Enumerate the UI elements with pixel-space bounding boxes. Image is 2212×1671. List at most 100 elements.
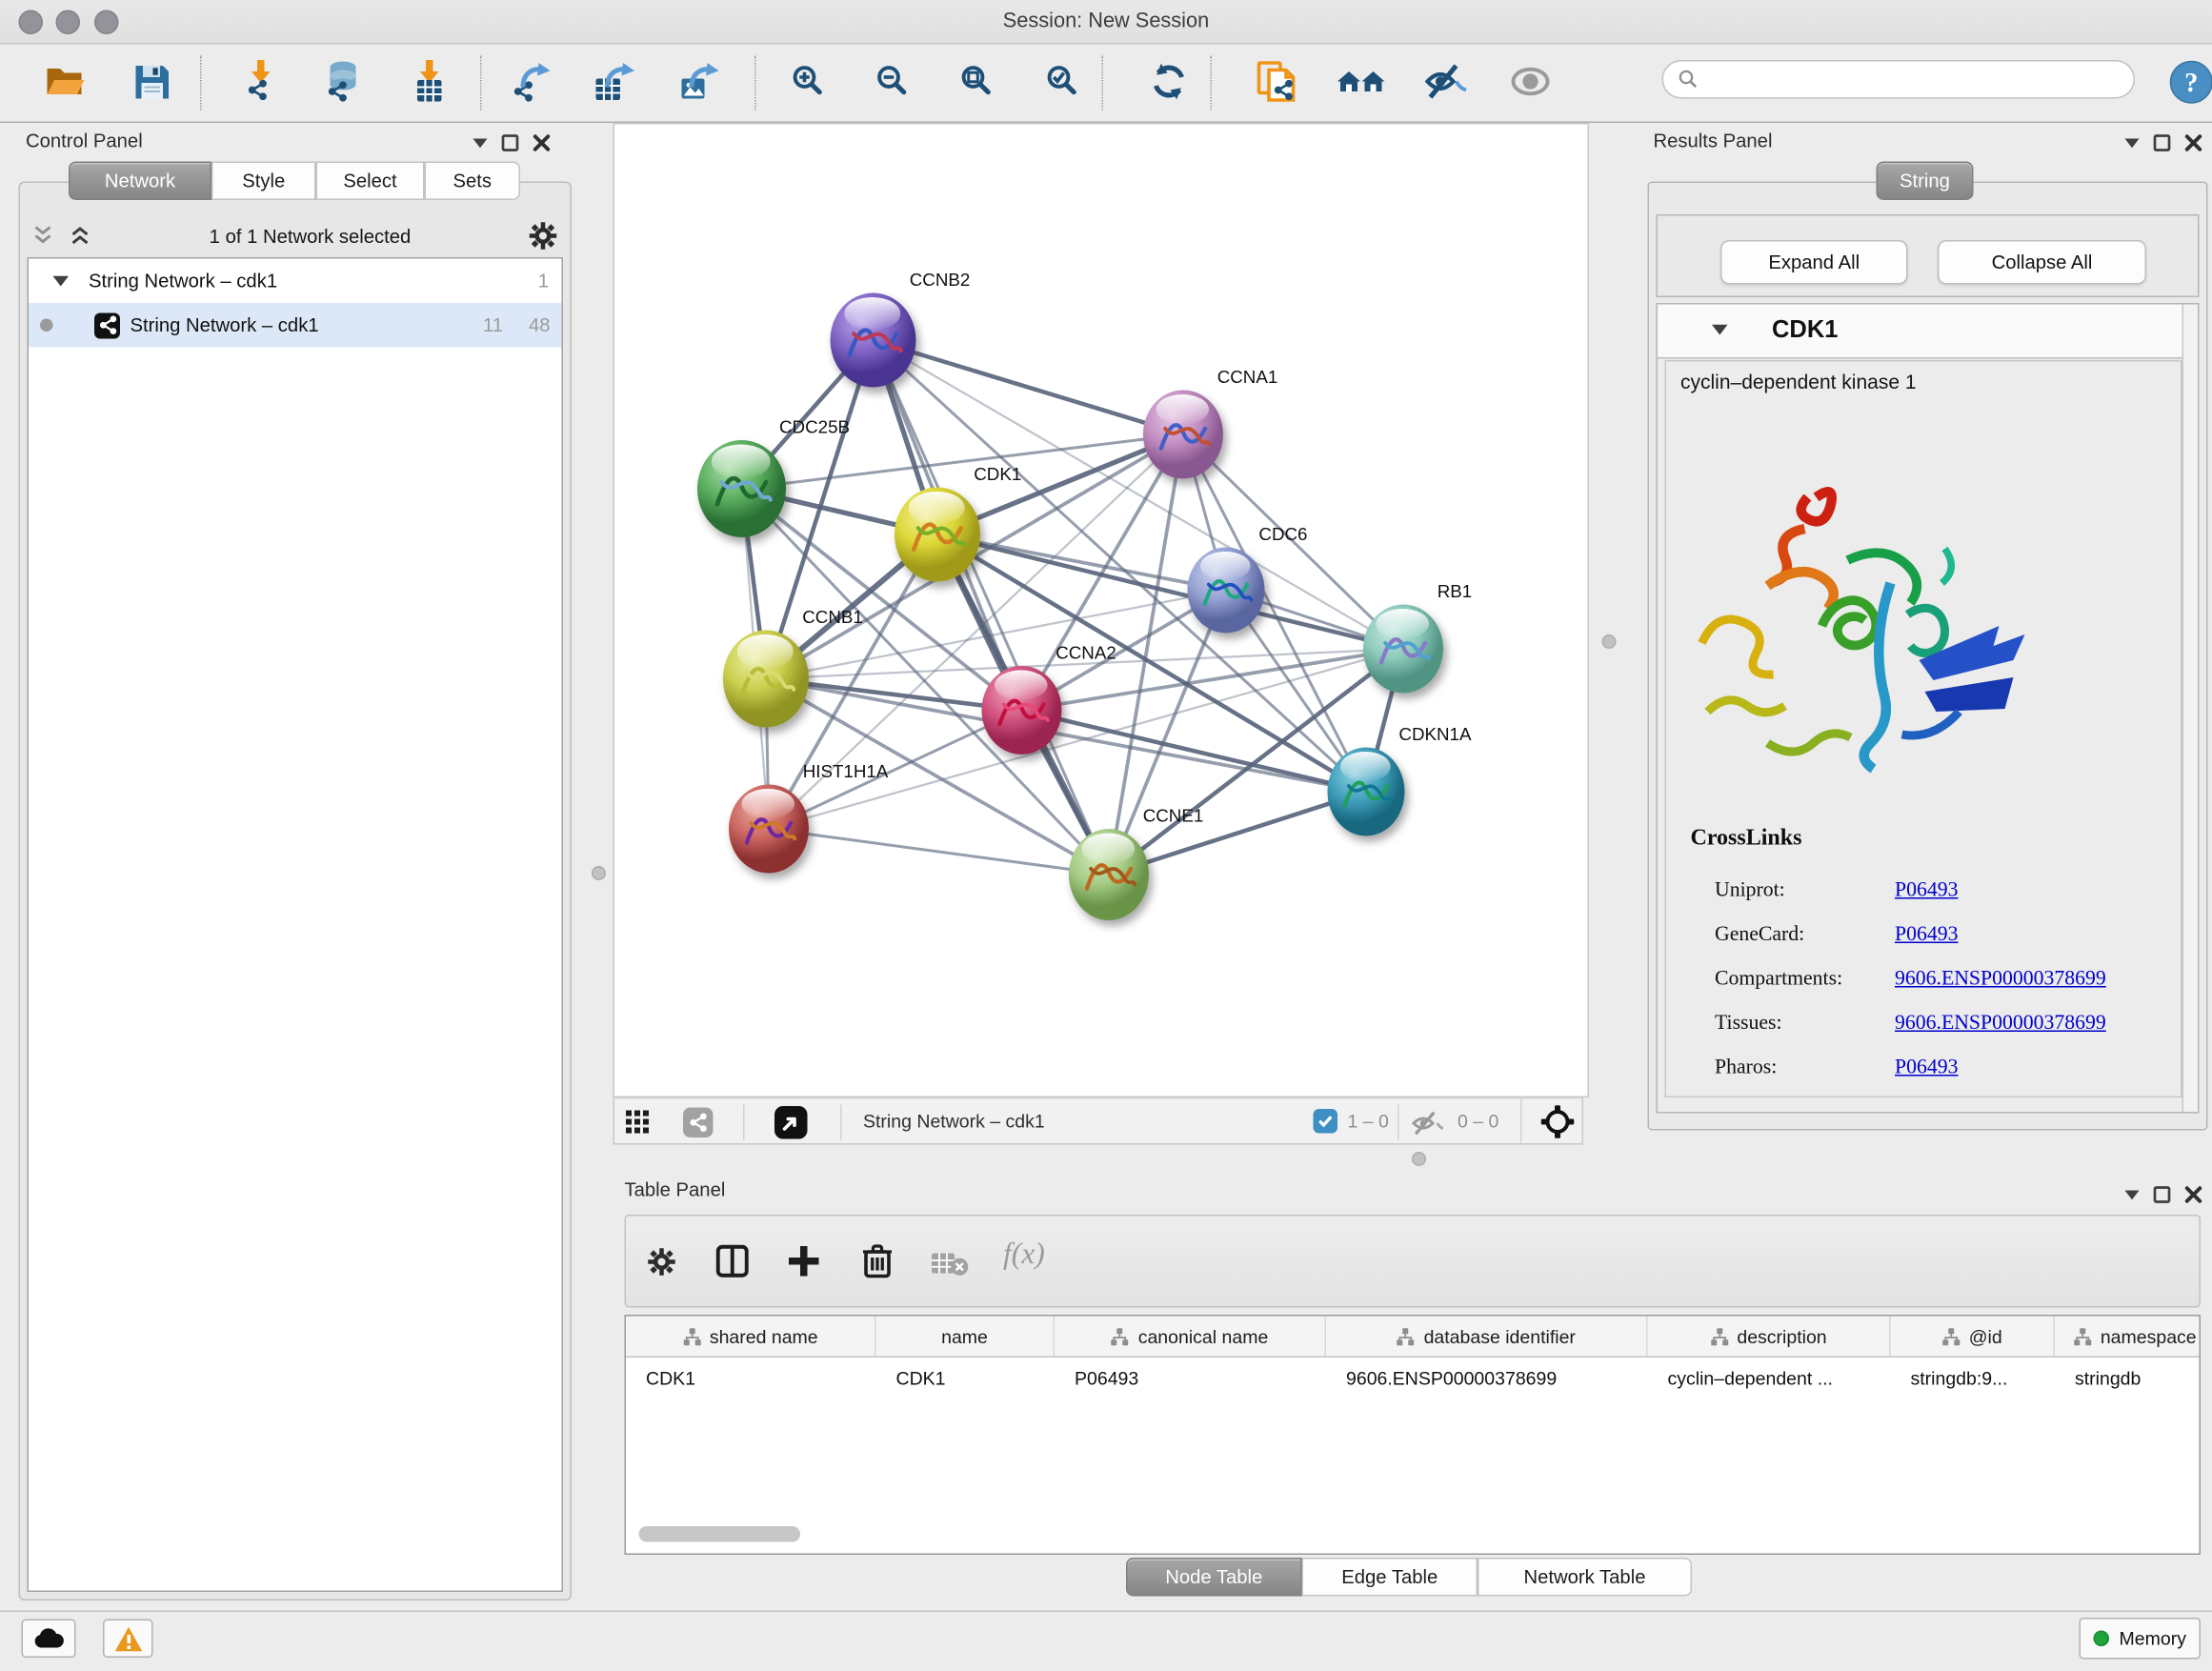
table-hscrollbar-thumb[interactable] [639,1526,801,1542]
tab-select[interactable]: Select [316,162,425,201]
table-cell[interactable]: stringdb:9... [1891,1358,2056,1398]
tab-sets[interactable]: Sets [425,162,521,201]
collapse-all-icon[interactable] [31,226,54,246]
table-row[interactable]: CDK1CDK1P064939606.ENSP00000378699cyclin… [626,1358,2200,1398]
save-session-icon[interactable] [120,50,183,113]
column-header-database-identifier[interactable]: database identifier [1326,1317,1648,1357]
zoom-selected-icon[interactable] [1032,50,1095,113]
string-view-icon[interactable] [683,1108,714,1138]
gene-section-header[interactable]: CDK1 [1658,305,2182,359]
network-node-HIST1H1A[interactable] [729,785,809,874]
panel-float-icon[interactable] [502,134,519,151]
network-collection-row[interactable]: String Network – cdk1 1 [29,259,562,304]
network-node-CDK1[interactable] [895,488,980,582]
panel-close-icon[interactable] [2185,1186,2202,1203]
network-node-CDC6[interactable] [1188,548,1265,634]
export-network-icon[interactable] [499,50,562,113]
horizontal-splitter-handle[interactable] [1412,1152,1426,1166]
gene-expander-icon[interactable] [1712,325,1728,336]
panel-menu-icon[interactable] [2125,138,2140,149]
network-node-CCNA1[interactable] [1143,391,1223,479]
panel-close-icon[interactable] [2185,134,2202,151]
pan-crosshair-icon[interactable] [1540,1105,1575,1139]
crosslink-link[interactable]: P06493 [1895,879,1958,904]
memory-button[interactable]: Memory [2080,1618,2202,1660]
crosslink-link[interactable]: P06493 [1895,923,1958,948]
panel-close-icon[interactable] [533,134,551,151]
grid-view-icon[interactable] [626,1111,651,1136]
results-scrollbar[interactable] [2182,305,2199,1113]
table-cell[interactable]: stringdb [2055,1358,2201,1398]
collection-expander-icon[interactable] [53,275,70,287]
zoom-out-icon[interactable] [862,50,925,113]
table-cell[interactable]: CDK1 [876,1358,1056,1398]
table-cell[interactable]: cyclin–dependent ... [1648,1358,1891,1398]
tab-string[interactable]: String [1877,162,1974,201]
first-neighbors-icon[interactable] [1331,50,1394,113]
panel-menu-icon[interactable] [473,138,488,149]
network-node-CCNE1[interactable] [1069,829,1149,920]
crosslink-link[interactable]: 9606.ENSP00000378699 [1895,1012,2106,1037]
network-edge[interactable] [1022,711,1367,793]
right-splitter-handle[interactable] [1602,634,1617,649]
network-node-CCNB1[interactable] [723,631,809,728]
collapse-all-button[interactable]: Collapse All [1938,240,2146,285]
table-cell[interactable]: P06493 [1055,1358,1326,1398]
hidden-eye-icon[interactable] [1411,1111,1445,1137]
network-options-gear-icon[interactable] [529,222,557,251]
network-node-CCNB2[interactable] [831,293,916,388]
table-cell[interactable]: 9606.ENSP00000378699 [1326,1358,1648,1398]
import-network-file-icon[interactable] [229,50,292,113]
network-canvas[interactable]: CCNB2 CCNA1 CDC25B CDK1 CDC6 RB1 CCNB1 C… [613,123,1590,1097]
create-column-icon[interactable] [788,1245,821,1278]
cloud-status-button[interactable] [22,1620,76,1659]
clone-network-icon[interactable] [1245,50,1308,113]
help-icon[interactable]: ? [2163,50,2212,113]
open-session-icon[interactable] [34,50,97,113]
expand-all-icon[interactable] [69,226,91,246]
hide-selected-icon[interactable] [1415,50,1478,113]
import-network-database-icon[interactable] [312,50,374,113]
tab-network[interactable]: Network [69,162,211,201]
network-edge[interactable] [874,340,1110,875]
table-settings-gear-icon[interactable] [648,1248,676,1277]
column-header-canonical-name[interactable]: canonical name [1055,1317,1326,1357]
column-header-shared-name[interactable]: shared name [626,1317,876,1357]
crosslink-link[interactable]: P06493 [1895,1057,1958,1081]
table-cell[interactable]: CDK1 [626,1358,876,1398]
network-edge[interactable] [769,829,1109,875]
tab-style[interactable]: Style [211,162,316,201]
tab-node-table[interactable]: Node Table [1126,1558,1302,1597]
network-node-RB1[interactable] [1363,605,1443,694]
export-image-icon[interactable] [668,50,731,113]
network-node-CDKN1A[interactable] [1328,748,1405,836]
export-table-icon[interactable] [583,50,646,113]
left-splitter-handle[interactable] [592,866,606,880]
search-field[interactable] [1662,60,2136,99]
search-input[interactable] [1699,68,2105,92]
column-header-name[interactable]: name [876,1317,1056,1357]
column-header-description[interactable]: description [1648,1317,1891,1357]
network-node-CCNA2[interactable] [982,666,1062,755]
tab-edge-table[interactable]: Edge Table [1302,1558,1478,1597]
tab-network-table[interactable]: Network Table [1478,1558,1692,1597]
column-header--id[interactable]: @id [1891,1317,2056,1357]
panel-float-icon[interactable] [2154,1186,2171,1203]
selected-nodes-checkbox[interactable] [1314,1109,1338,1134]
crosslink-link[interactable]: 9606.ENSP00000378699 [1895,968,2106,993]
zoom-fit-icon[interactable] [946,50,1009,113]
zoom-in-icon[interactable] [777,50,840,113]
refresh-view-icon[interactable] [1137,50,1200,113]
birds-eye-view-icon[interactable] [774,1106,808,1139]
show-columns-icon[interactable] [716,1245,750,1278]
expand-all-button[interactable]: Expand All [1720,240,1908,285]
panel-menu-icon[interactable] [2125,1190,2140,1200]
warnings-button[interactable] [103,1620,153,1659]
show-all-icon[interactable] [1499,50,1562,113]
network-row[interactable]: String Network – cdk1 11 48 [29,303,562,348]
panel-float-icon[interactable] [2154,134,2171,151]
column-header-namespace[interactable]: namespace [2055,1317,2201,1357]
network-edge[interactable] [874,340,1184,434]
delete-column-icon[interactable] [862,1243,894,1279]
network-node-CDC25B[interactable] [697,440,786,537]
